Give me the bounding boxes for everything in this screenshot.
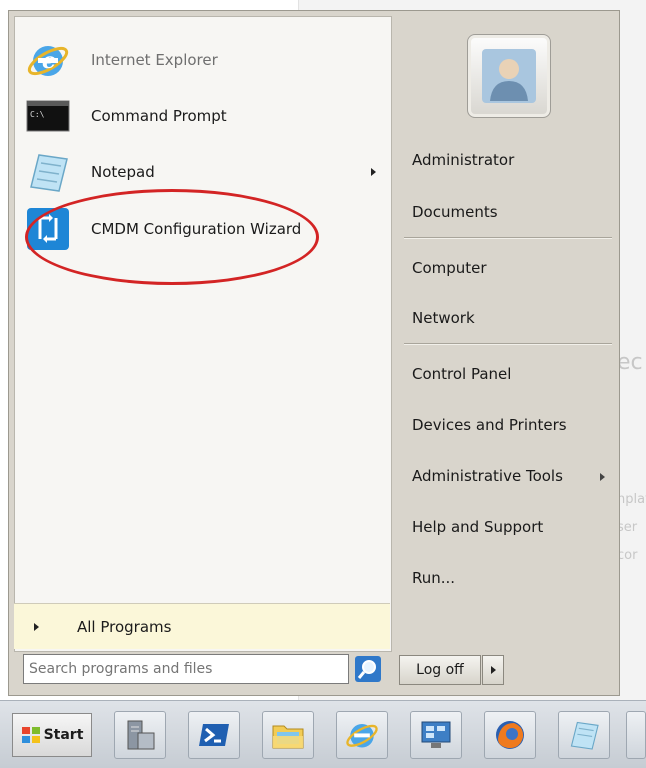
internet-explorer-icon: e xyxy=(25,37,71,83)
background-text: ec xyxy=(617,350,643,375)
program-notepad[interactable]: Notepad xyxy=(25,149,380,195)
program-internet-explorer[interactable]: e Internet Explorer xyxy=(25,37,380,83)
places-pane: Administrator Documents Computer Network… xyxy=(394,11,619,695)
svg-text:e: e xyxy=(42,48,56,74)
network-link[interactable]: Network xyxy=(412,309,475,327)
notepad-icon xyxy=(25,149,71,195)
help-and-support-link[interactable]: Help and Support xyxy=(412,518,543,536)
user-icon xyxy=(482,49,536,103)
firefox-icon xyxy=(496,721,524,749)
program-label: Command Prompt xyxy=(91,107,227,125)
taskbar-server-manager[interactable] xyxy=(114,711,166,759)
all-programs-arrow-icon xyxy=(34,622,39,631)
powershell-icon xyxy=(199,724,229,746)
shutdown-options-button[interactable] xyxy=(482,655,504,685)
windows-logo-icon xyxy=(21,727,40,743)
start-button[interactable]: Start xyxy=(12,713,92,757)
computer-link[interactable]: Computer xyxy=(412,259,487,277)
server-manager-icon xyxy=(127,720,155,750)
command-prompt-icon: C:\ xyxy=(25,93,71,139)
taskbar-notepad[interactable] xyxy=(558,711,610,759)
search-input[interactable] xyxy=(29,661,329,677)
all-programs-button[interactable]: All Programs xyxy=(14,603,390,649)
taskbar-powershell[interactable] xyxy=(188,711,240,759)
user-name-link[interactable]: Administrator xyxy=(412,151,514,169)
programs-pane: e Internet Explorer C:\ Command Prompt N… xyxy=(14,16,392,652)
separator xyxy=(404,343,612,345)
program-command-prompt[interactable]: C:\ Command Prompt xyxy=(25,93,380,139)
control-panel-link[interactable]: Control Panel xyxy=(412,365,511,383)
remote-desktop-icon xyxy=(421,721,451,748)
file-explorer-icon xyxy=(272,725,304,749)
administrative-tools-arrow-icon xyxy=(600,473,605,481)
start-menu: e Internet Explorer C:\ Command Prompt N… xyxy=(8,10,620,696)
run-link[interactable]: Run... xyxy=(412,569,455,587)
notepad-icon xyxy=(570,721,599,750)
program-label: Internet Explorer xyxy=(91,51,218,69)
taskbar-internet-explorer[interactable] xyxy=(336,711,388,759)
notepad-submenu-arrow[interactable] xyxy=(371,168,376,176)
program-label: CMDM Configuration Wizard xyxy=(91,220,302,238)
devices-and-printers-link[interactable]: Devices and Printers xyxy=(412,416,567,434)
administrative-tools-link[interactable]: Administrative Tools xyxy=(412,467,563,485)
taskbar-file-explorer[interactable] xyxy=(262,711,314,759)
user-avatar[interactable] xyxy=(467,34,551,118)
search-box[interactable] xyxy=(23,654,349,684)
cmdm-wizard-icon xyxy=(25,206,71,252)
taskbar-firefox[interactable] xyxy=(484,711,536,759)
all-programs-label: All Programs xyxy=(77,617,172,636)
background-text: cor xyxy=(617,548,638,563)
internet-explorer-icon xyxy=(346,724,378,748)
log-off-button[interactable]: Log off xyxy=(399,655,481,685)
separator xyxy=(404,237,612,239)
search-icon[interactable] xyxy=(353,654,383,684)
taskbar: Start xyxy=(0,700,646,768)
taskbar-overflow[interactable] xyxy=(626,711,646,759)
background-text: nplat xyxy=(617,492,646,507)
svg-text:C:\: C:\ xyxy=(30,110,45,119)
taskbar-remote-desktop[interactable] xyxy=(410,711,462,759)
chevron-right-icon xyxy=(490,666,496,674)
program-cmdm-configuration-wizard[interactable]: CMDM Configuration Wizard xyxy=(25,206,380,252)
start-label: Start xyxy=(43,727,84,743)
background-text: ser xyxy=(617,520,638,535)
program-label: Notepad xyxy=(91,163,155,181)
documents-link[interactable]: Documents xyxy=(412,203,498,221)
